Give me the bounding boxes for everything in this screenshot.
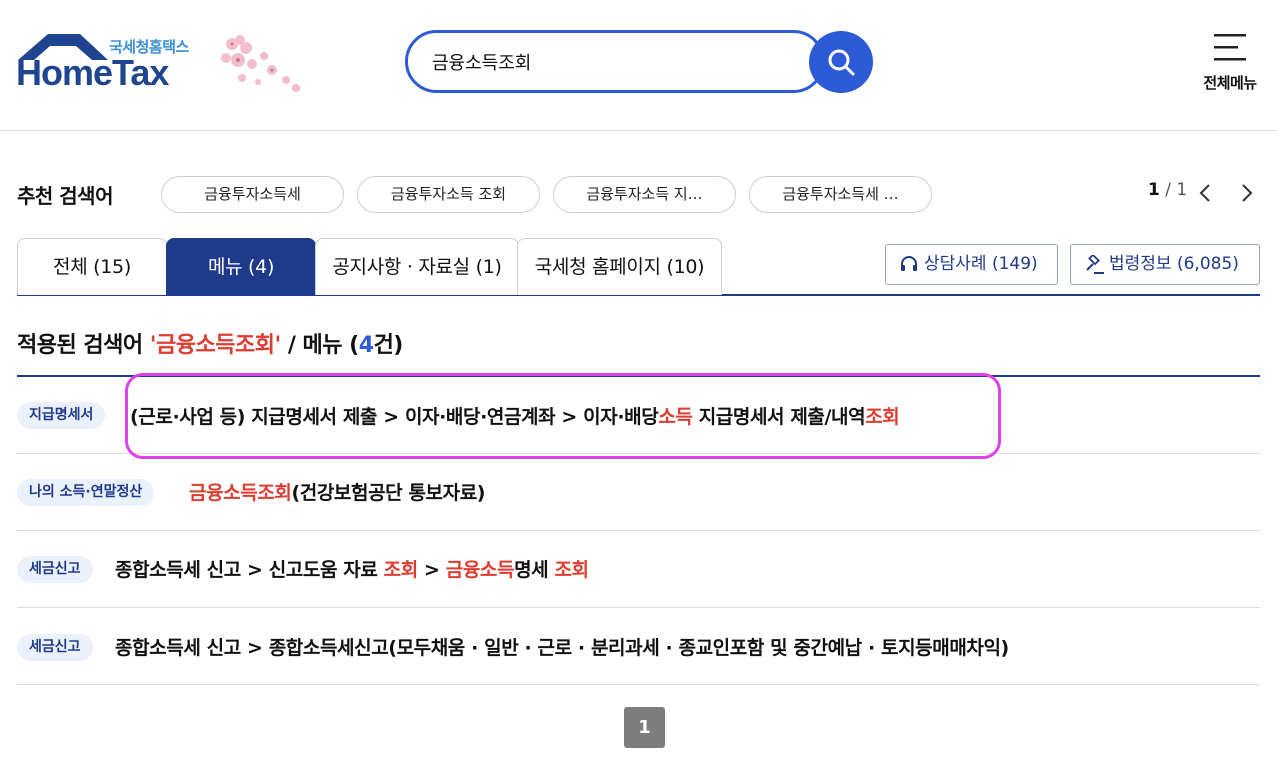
- result-link[interactable]: (근로·사업 등) 지급명세서 제출 > 이자·배당·연금계좌 > 이자·배당소…: [130, 402, 900, 429]
- result-link-text: (근로·사업 등) 지급명세서 제출 > 이자·배당·연금계좌 > 이자·배당: [130, 406, 659, 428]
- result-link[interactable]: 종합소득세 신고 > 신고도움 자료 조회 > 금융소득명세 조회: [115, 555, 589, 582]
- law-info-button[interactable]: 법령정보 (6,085): [1070, 244, 1260, 285]
- all-menu-label: 전체메뉴: [1203, 74, 1257, 92]
- tab-menu[interactable]: 메뉴 (4): [166, 238, 316, 295]
- headset-icon: [901, 256, 917, 271]
- chevron-right-icon[interactable]: [1238, 183, 1256, 203]
- category-badge: 지급명세서: [17, 402, 106, 429]
- cherry-blossom-icon: [221, 35, 300, 92]
- result-link-text: 지급명세서 제출/내역: [692, 406, 866, 428]
- result-link-text: 종합소득세 신고 > 신고도움 자료: [115, 559, 384, 581]
- recommended-pager: 1 / 1: [1148, 180, 1187, 200]
- consult-cases-label: 상담사례 (149): [924, 254, 1038, 274]
- result-heading-middle: / 메뉴 (: [280, 333, 359, 358]
- all-menu-button[interactable]: 전체메뉴: [1195, 30, 1265, 96]
- result-link-highlight: 금융소득: [445, 559, 515, 581]
- result-row: 세금신고 종합소득세 신고 > 종합소득세신고(모두채움 · 일반 · 근로 ·…: [17, 608, 1260, 685]
- result-row: 세금신고 종합소득세 신고 > 신고도움 자료 조회 > 금융소득명세 조회: [17, 531, 1260, 608]
- search-icon: [828, 49, 855, 76]
- result-heading-suffix: 건): [373, 333, 404, 358]
- result-link-highlight: 조회: [383, 559, 419, 581]
- recommended-chip[interactable]: 금융투자소득세 …: [749, 176, 932, 213]
- result-heading-count: 4: [358, 333, 374, 358]
- tab-nts-homepage[interactable]: 국세청 홈페이지 (10): [517, 238, 722, 295]
- category-badge: 나의 소득·연말정산: [17, 479, 155, 506]
- recommended-page-separator: /: [1159, 180, 1177, 200]
- tab-notice-library[interactable]: 공지사항 · 자료실 (1): [315, 238, 519, 295]
- page-button-current[interactable]: 1: [624, 707, 665, 748]
- recommended-title: 추천 검색어: [17, 184, 113, 208]
- hometax-logo[interactable]: 국세청홈택스 HomeTax: [16, 30, 316, 100]
- result-link-highlight: 소득: [658, 406, 693, 428]
- header: 국세청홈택스 HomeTax 전체메뉴: [0, 0, 1277, 131]
- result-link-text: (건강보험공단 통보자료): [291, 482, 486, 504]
- result-row: 나의 소득·연말정산 금융소득조회(건강보험공단 통보자료): [17, 454, 1260, 531]
- hamburger-icon: [1214, 34, 1246, 61]
- recommended-page-total: 1: [1176, 180, 1188, 200]
- result-link[interactable]: 종합소득세 신고 > 종합소득세신고(모두채움 · 일반 · 근로 · 분리과세…: [115, 633, 1009, 660]
- search-box: [405, 30, 825, 93]
- result-heading-prefix: 적용된 검색어: [17, 333, 150, 358]
- search-button[interactable]: [809, 31, 873, 93]
- gavel-icon: [1086, 255, 1104, 274]
- recommended-chip[interactable]: 금융투자소득 조회: [357, 176, 540, 213]
- category-badge: 세금신고: [17, 634, 93, 661]
- result-heading: 적용된 검색어 '금융소득조회' / 메뉴 (4건): [17, 327, 403, 359]
- result-link-text: 명세: [514, 559, 555, 581]
- recommended-chip[interactable]: 금융투자소득세: [161, 176, 344, 213]
- recommended-chip[interactable]: 금융투자소득 지…: [553, 176, 736, 213]
- result-link-highlight: 조회: [865, 406, 900, 428]
- result-link[interactable]: 금융소득조회(건강보험공단 통보자료): [189, 478, 485, 505]
- result-link-highlight: 조회: [554, 559, 589, 581]
- result-link-highlight: 금융소득조회: [189, 482, 292, 504]
- tab-all[interactable]: 전체 (15): [17, 238, 167, 295]
- result-heading-keyword: '금융소득조회': [149, 333, 281, 358]
- search-input[interactable]: [432, 48, 792, 76]
- recommended-page-current: 1: [1148, 180, 1160, 200]
- chevron-left-icon[interactable]: [1196, 183, 1214, 203]
- category-badge: 세금신고: [17, 556, 93, 583]
- law-info-label: 법령정보 (6,085): [1109, 254, 1239, 274]
- result-row: 지급명세서 (근로·사업 등) 지급명세서 제출 > 이자·배당·연금계좌 > …: [17, 377, 1260, 454]
- result-link-text: 종합소득세 신고 > 종합소득세신고(모두채움 · 일반 · 근로 · 분리과세…: [115, 637, 1009, 659]
- result-link-text: >: [417, 559, 446, 581]
- logo-title: HomeTax: [16, 52, 169, 93]
- consult-cases-button[interactable]: 상담사례 (149): [885, 244, 1058, 285]
